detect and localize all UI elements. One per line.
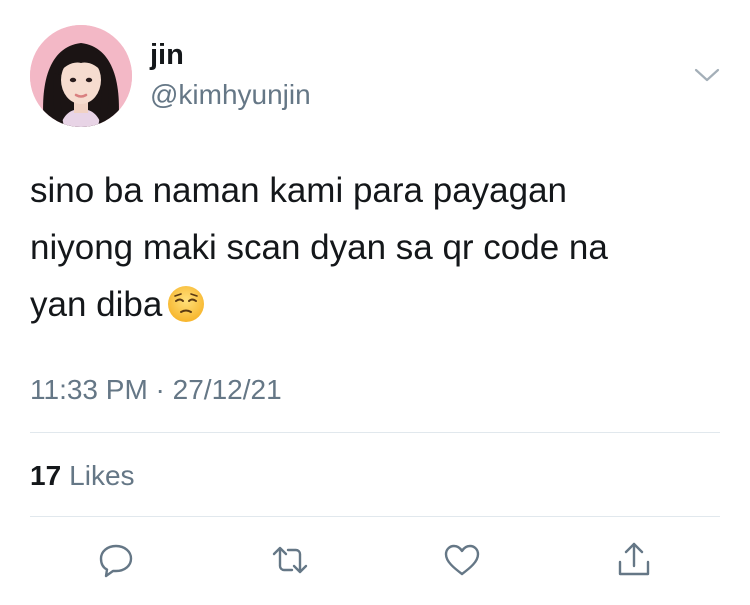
tweet-text-body: sino ba naman kami para payagan niyong m… — [30, 171, 608, 324]
avatar[interactable] — [30, 25, 132, 127]
user-handle[interactable]: @kimhyunjin — [150, 78, 311, 112]
retweet-icon[interactable] — [270, 540, 310, 580]
divider — [30, 432, 720, 433]
chevron-down-icon[interactable] — [690, 60, 724, 90]
heart-icon[interactable] — [442, 540, 482, 580]
reply-icon[interactable] — [96, 540, 136, 580]
tweet-timestamp[interactable]: 11:33 PM · 27/12/21 — [30, 370, 282, 410]
divider — [30, 516, 720, 517]
display-name[interactable]: jin — [150, 38, 184, 72]
avatar-image — [30, 25, 132, 127]
tweet-text: sino ba naman kami para payagan niyong m… — [30, 162, 720, 333]
share-icon[interactable] — [614, 540, 654, 580]
likes-label: Likes — [69, 460, 135, 491]
pensive-face-icon — [166, 284, 206, 324]
likes-stat[interactable]: 17 Likes — [30, 458, 135, 494]
likes-count: 17 — [30, 460, 62, 491]
tweet-card: jin @kimhyunjin sino ba naman kami para … — [0, 0, 750, 605]
